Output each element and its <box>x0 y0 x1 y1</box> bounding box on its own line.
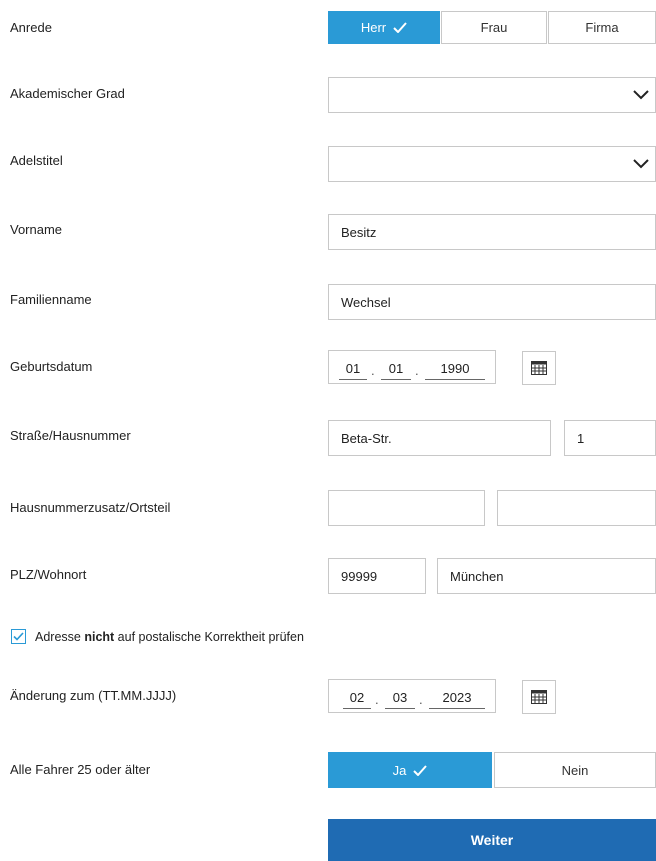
alle-fahrer-nein-label: Nein <box>561 762 589 778</box>
weiter-button[interactable]: Weiter <box>328 819 656 861</box>
chevron-down-icon <box>633 90 649 100</box>
anrede-firma-button[interactable]: Firma <box>548 11 656 44</box>
hausnummer-value: 1 <box>577 430 585 446</box>
anrede-label: Anrede <box>10 20 52 35</box>
hausnummerzusatz-input[interactable] <box>328 490 485 526</box>
anrede-frau-button[interactable]: Frau <box>441 11 547 44</box>
alle-fahrer-ja-button[interactable]: Ja <box>328 752 492 788</box>
adresse-pruefen-label[interactable]: Adresse nicht auf postalische Korrekthei… <box>35 630 304 644</box>
adresse-pruefen-checkbox[interactable] <box>11 629 26 644</box>
geburtsdatum-label: Geburtsdatum <box>10 359 93 374</box>
date-separator: . <box>375 692 379 707</box>
vorname-input[interactable]: Besitz <box>328 214 656 250</box>
ortsteil-input[interactable] <box>497 490 656 526</box>
vorname-label: Vorname <box>10 222 63 237</box>
adelstitel-select[interactable] <box>328 146 656 182</box>
date-separator: . <box>371 363 375 378</box>
akademischer-grad-select[interactable] <box>328 77 656 113</box>
adresse-text-after: auf postalische Korrektheit prüfen <box>114 630 304 644</box>
strasse-input[interactable]: Beta-Str. <box>328 420 551 456</box>
wohnort-input[interactable]: München <box>437 558 656 594</box>
familienname-value: Wechsel <box>341 294 391 310</box>
adelstitel-label: Adelstitel <box>10 153 63 168</box>
checkmark-icon <box>393 22 407 33</box>
geburtsdatum-year[interactable]: 1990 <box>425 359 485 380</box>
calendar-icon <box>531 361 547 375</box>
aenderung-label: Änderung zum (TT.MM.JJJJ) <box>10 688 177 703</box>
aenderung-date-input[interactable]: 02 . 03 . 2023 <box>328 679 496 713</box>
plz-label: PLZ/Wohnort <box>10 567 87 582</box>
familienname-input[interactable]: Wechsel <box>328 284 656 320</box>
weiter-button-label: Weiter <box>470 832 514 848</box>
chevron-down-icon <box>633 159 649 169</box>
akademischer-grad-label: Akademischer Grad <box>10 86 125 101</box>
alle-fahrer-nein-button[interactable]: Nein <box>494 752 656 788</box>
strasse-value: Beta-Str. <box>341 430 392 446</box>
familienname-label: Familienname <box>10 292 92 307</box>
aenderung-year[interactable]: 2023 <box>429 688 485 709</box>
alle-fahrer-ja-label: Ja <box>392 762 407 778</box>
geburtsdatum-month[interactable]: 01 <box>381 359 411 380</box>
zusatz-label: Hausnummerzusatz/Ortsteil <box>10 500 171 515</box>
geburtsdatum-input[interactable]: 01 . 01 . 1990 <box>328 350 496 384</box>
date-separator: . <box>419 692 423 707</box>
vorname-value: Besitz <box>341 224 377 240</box>
checkmark-icon <box>413 764 428 776</box>
plz-value: 99999 <box>341 568 378 584</box>
plz-input[interactable]: 99999 <box>328 558 426 594</box>
anrede-herr-button[interactable]: Herr <box>328 11 440 44</box>
hausnummer-input[interactable]: 1 <box>564 420 656 456</box>
aenderung-month[interactable]: 03 <box>385 688 415 709</box>
date-separator: . <box>415 363 419 378</box>
checkmark-icon <box>13 632 24 641</box>
anrede-herr-label: Herr <box>360 20 387 35</box>
anrede-firma-label: Firma <box>585 20 619 35</box>
anrede-frau-label: Frau <box>480 20 508 35</box>
wohnort-value: München <box>450 568 504 584</box>
aenderung-day[interactable]: 02 <box>343 688 371 709</box>
adresse-text-before: Adresse <box>35 630 85 644</box>
geburtsdatum-day[interactable]: 01 <box>339 359 367 380</box>
geburtsdatum-calendar-button[interactable] <box>522 351 556 385</box>
adresse-text-bold: nicht <box>84 630 115 644</box>
calendar-icon <box>531 690 547 704</box>
aenderung-calendar-button[interactable] <box>522 680 556 714</box>
strasse-label: Straße/Hausnummer <box>10 428 131 443</box>
alle-fahrer-label: Alle Fahrer 25 oder älter <box>10 762 151 777</box>
